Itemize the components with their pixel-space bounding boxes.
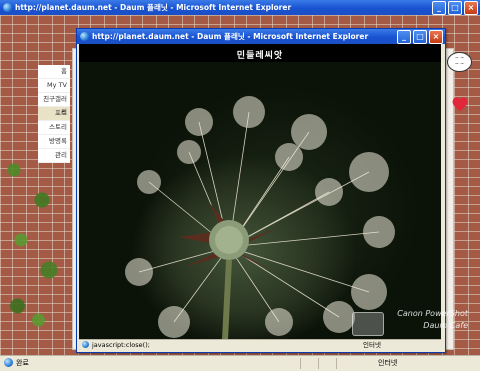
menu-item-photo[interactable]: 포토 (38, 107, 70, 121)
heart-icon (452, 97, 468, 112)
close-button[interactable]: × (464, 1, 478, 15)
menu-item-home[interactable]: 홈 (38, 65, 70, 79)
status-divider (318, 358, 319, 369)
dandelion-photo[interactable] (79, 62, 441, 340)
status-divider (336, 358, 337, 369)
page-icon (4, 358, 13, 367)
popup-window-title: http://planet.daum.net - Daum 플래닛 - Micr… (92, 32, 369, 41)
status-text: 완료 (16, 359, 29, 367)
dandelion-illustration (125, 96, 395, 340)
status-divider (300, 358, 301, 369)
ie-icon (80, 32, 89, 41)
popup-status-text: javascript:close(); (92, 341, 150, 349)
main-status-bar: 완료 인터넷 (0, 355, 480, 371)
speech-bubble-sticker: ~ ~ ~ ~ (447, 52, 472, 72)
zone-text: 인터넷 (378, 359, 398, 367)
ie-icon (3, 3, 12, 12)
photo-title: 민들레씨앗 (236, 51, 284, 61)
menu-item-friend-gallery[interactable]: 친구갤러리 (38, 93, 70, 116)
menu-item-mytv[interactable]: My TV (38, 79, 70, 93)
popup-close-button[interactable]: × (429, 30, 443, 44)
menu-item-story[interactable]: 스토리 (38, 121, 70, 135)
photo-popup-window: http://planet.daum.net - Daum 플래닛 - Micr… (76, 28, 446, 353)
maximize-button[interactable]: □ (448, 1, 462, 15)
back-window-title: http://planet.daum.net - Daum 플래닛 - Micr… (15, 3, 292, 12)
blog-menu: 홈 My TV 친구갤러리 포토 스토리 방명록 관리 (38, 65, 70, 163)
popup-minimize-button[interactable]: _ (397, 30, 411, 44)
page-icon (82, 341, 89, 348)
back-window-titlebar[interactable]: http://planet.daum.net - Daum 플래닛 - Micr… (0, 0, 480, 15)
photo-view[interactable]: 민들레씨앗 (79, 44, 441, 340)
camera-icon (352, 312, 384, 336)
menu-item-admin[interactable]: 관리 (38, 149, 70, 163)
menu-item-guestbook[interactable]: 방명록 (38, 135, 70, 149)
popup-maximize-button[interactable]: □ (413, 30, 427, 44)
minimize-button[interactable]: _ (432, 1, 446, 15)
popup-titlebar[interactable]: http://planet.daum.net - Daum 플래닛 - Micr… (77, 29, 445, 44)
photo-watermark: Canon PowerShot Daum Cafe (352, 308, 468, 342)
